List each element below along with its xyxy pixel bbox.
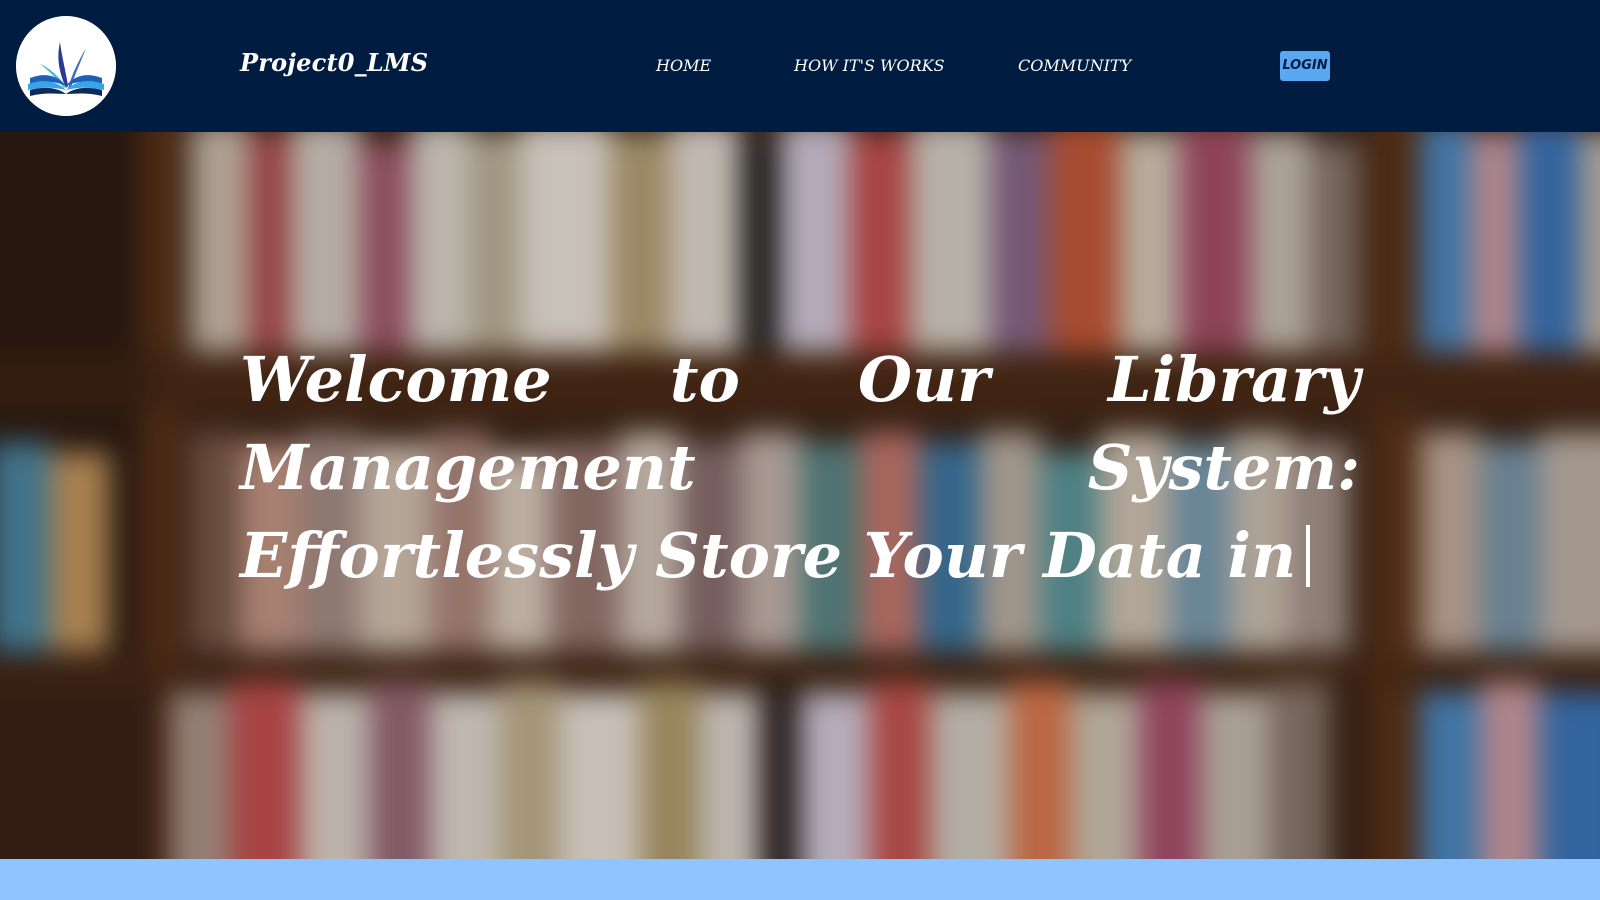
page: Project0_LMS HOME HOW IT'S WORKS COMMUNI…	[0, 0, 1600, 900]
brand-title[interactable]: Project0_LMS	[240, 48, 428, 77]
navbar: Project0_LMS HOME HOW IT'S WORKS COMMUNI…	[0, 0, 1600, 132]
logo[interactable]	[16, 16, 116, 116]
nav-link-community[interactable]: COMMUNITY	[1018, 56, 1131, 75]
login-button[interactable]: LOGIN	[1280, 51, 1330, 81]
typing-cursor	[1306, 525, 1311, 587]
hero-title-text: Welcome to Our Library Management System…	[240, 343, 1360, 592]
bottom-band	[0, 859, 1600, 900]
nav-link-how-it-works[interactable]: HOW IT'S WORKS	[794, 56, 945, 75]
open-book-logo-icon	[16, 16, 116, 116]
hero-section: Welcome to Our Library Management System…	[0, 132, 1600, 859]
hero-title: Welcome to Our Library Management System…	[240, 336, 1360, 600]
nav-link-home[interactable]: HOME	[656, 56, 711, 75]
